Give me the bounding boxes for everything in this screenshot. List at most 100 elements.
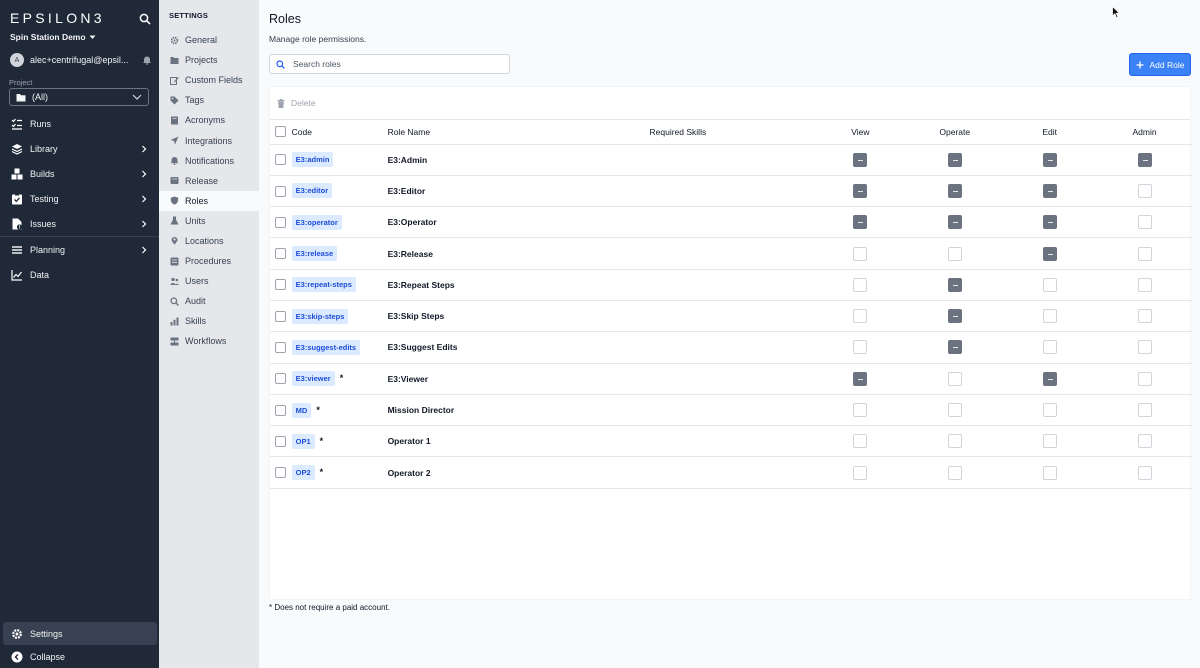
edit-permission-checkbox[interactable]: [1042, 277, 1057, 292]
nav-item-data[interactable]: Data: [0, 262, 159, 287]
admin-permission-checkbox[interactable]: [1137, 434, 1152, 449]
role-code-badge[interactable]: E3:editor: [291, 183, 333, 199]
table-row[interactable]: OP2 * Operator 2: [270, 456, 1192, 489]
row-checkbox[interactable]: [275, 154, 287, 166]
view-permission-checkbox[interactable]: [853, 309, 868, 324]
admin-permission-checkbox[interactable]: [1137, 277, 1152, 292]
settings-nav-item-locations[interactable]: Locations: [159, 231, 259, 251]
role-code-badge[interactable]: E3:viewer: [291, 371, 335, 387]
column-header-operate[interactable]: Operate: [907, 120, 1003, 145]
operate-permission-checkbox[interactable]: [947, 246, 962, 261]
role-code-badge[interactable]: E3:repeat-steps: [291, 277, 356, 293]
admin-permission-checkbox[interactable]: [1137, 403, 1152, 418]
role-code-badge[interactable]: E3:admin: [291, 152, 334, 168]
view-permission-checkbox[interactable]: [853, 340, 868, 355]
table-row[interactable]: E3:repeat-steps E3:Repeat Steps: [270, 269, 1192, 301]
view-permission-checkbox[interactable]: [853, 434, 868, 449]
edit-permission-checkbox[interactable]: [1042, 434, 1057, 449]
column-header-required-skills[interactable]: Required Skills: [649, 120, 814, 145]
role-code-badge[interactable]: E3:operator: [291, 214, 342, 230]
edit-permission-checkbox[interactable]: [1042, 215, 1057, 230]
edit-permission-checkbox[interactable]: [1042, 465, 1057, 480]
role-code-badge[interactable]: E3:skip-steps: [291, 308, 349, 324]
column-header-edit[interactable]: Edit: [1002, 120, 1098, 145]
settings-nav-item-notifications[interactable]: Notifications: [159, 151, 259, 171]
search-input[interactable]: [293, 59, 493, 69]
view-permission-checkbox[interactable]: [853, 403, 868, 418]
search-icon[interactable]: [138, 12, 152, 26]
row-checkbox[interactable]: [275, 248, 287, 260]
settings-nav-item-roles[interactable]: Roles: [159, 190, 259, 211]
nav-item-issues[interactable]: ! Issues: [0, 211, 159, 236]
row-checkbox[interactable]: [275, 342, 287, 354]
column-header-code[interactable]: Code: [291, 120, 388, 145]
operate-permission-checkbox[interactable]: [947, 183, 962, 198]
admin-permission-checkbox[interactable]: [1137, 152, 1152, 167]
settings-nav-item-tags[interactable]: Tags: [159, 90, 259, 110]
row-checkbox[interactable]: [275, 435, 287, 447]
brand-logo[interactable]: EPSILON3: [10, 10, 105, 26]
column-header-role-name[interactable]: Role Name: [387, 120, 650, 145]
row-checkbox[interactable]: [275, 310, 287, 322]
collapse-button[interactable]: Collapse: [3, 647, 157, 667]
table-row[interactable]: E3:editor E3:Editor: [270, 175, 1192, 208]
add-role-button[interactable]: Add Role: [1129, 53, 1191, 76]
nav-item-library[interactable]: Library: [0, 136, 159, 161]
edit-permission-checkbox[interactable]: [1042, 246, 1057, 261]
edit-permission-checkbox[interactable]: [1042, 403, 1057, 418]
operate-permission-checkbox[interactable]: [947, 215, 962, 230]
edit-permission-checkbox[interactable]: [1042, 309, 1057, 324]
view-permission-checkbox[interactable]: [853, 152, 868, 167]
view-permission-checkbox[interactable]: [853, 183, 868, 198]
edit-permission-checkbox[interactable]: [1042, 340, 1057, 355]
row-checkbox[interactable]: [275, 467, 287, 479]
settings-nav-item-integrations[interactable]: Integrations: [159, 130, 259, 150]
view-permission-checkbox[interactable]: [853, 246, 868, 261]
table-row[interactable]: E3:suggest-edits E3:Suggest Edits: [270, 331, 1192, 364]
search-field[interactable]: [269, 54, 510, 74]
settings-nav-item-custom-fields[interactable]: Custom Fields: [159, 70, 259, 90]
nav-item-runs[interactable]: Runs: [0, 111, 159, 136]
settings-nav-item-audit[interactable]: Audit: [159, 291, 259, 311]
settings-nav-item-projects[interactable]: Projects: [159, 50, 259, 70]
project-select[interactable]: (All): [9, 88, 149, 106]
admin-permission-checkbox[interactable]: [1137, 215, 1152, 230]
admin-permission-checkbox[interactable]: [1137, 340, 1152, 355]
admin-permission-checkbox[interactable]: [1137, 465, 1152, 480]
operate-permission-checkbox[interactable]: [947, 434, 962, 449]
edit-permission-checkbox[interactable]: [1042, 183, 1057, 198]
edit-permission-checkbox[interactable]: [1042, 152, 1057, 167]
operate-permission-checkbox[interactable]: [947, 371, 962, 386]
view-permission-checkbox[interactable]: [853, 371, 868, 386]
table-row[interactable]: E3:skip-steps E3:Skip Steps: [270, 300, 1192, 333]
table-row[interactable]: E3:release E3:Release: [270, 237, 1192, 270]
nav-item-builds[interactable]: Builds: [0, 161, 159, 186]
settings-nav-item-procedures[interactable]: Procedures: [159, 251, 259, 271]
settings-nav-item-acronyms[interactable]: Acronyms: [159, 110, 259, 130]
table-row[interactable]: MD * Mission Director: [270, 394, 1192, 427]
table-row[interactable]: E3:viewer * E3:Viewer: [270, 363, 1192, 395]
column-header-admin[interactable]: Admin: [1097, 120, 1192, 145]
select-all-checkbox[interactable]: [275, 126, 287, 138]
nav-item-testing[interactable]: Testing: [0, 186, 159, 211]
settings-nav-item-units[interactable]: Units: [159, 211, 259, 231]
table-row[interactable]: E3:admin E3:Admin: [270, 144, 1192, 176]
table-row[interactable]: E3:operator E3:Operator: [270, 206, 1192, 239]
admin-permission-checkbox[interactable]: [1137, 309, 1152, 324]
view-permission-checkbox[interactable]: [853, 465, 868, 480]
nav-item-settings[interactable]: Settings: [3, 622, 157, 645]
settings-nav-item-release[interactable]: Release: [159, 171, 259, 191]
settings-nav-item-general[interactable]: General: [159, 30, 259, 50]
operate-permission-checkbox[interactable]: [947, 309, 962, 324]
settings-nav-item-skills[interactable]: Skills: [159, 311, 259, 331]
delete-button[interactable]: Delete: [277, 98, 316, 108]
operate-permission-checkbox[interactable]: [947, 340, 962, 355]
operate-permission-checkbox[interactable]: [947, 465, 962, 480]
bell-icon[interactable]: [142, 55, 152, 65]
column-header-view[interactable]: View: [813, 120, 908, 145]
edit-permission-checkbox[interactable]: [1042, 371, 1057, 386]
admin-permission-checkbox[interactable]: [1137, 183, 1152, 198]
role-code-badge[interactable]: E3:suggest-edits: [291, 339, 361, 355]
operate-permission-checkbox[interactable]: [947, 403, 962, 418]
user-row[interactable]: A alec+centrifugal@epsil...: [10, 52, 152, 68]
